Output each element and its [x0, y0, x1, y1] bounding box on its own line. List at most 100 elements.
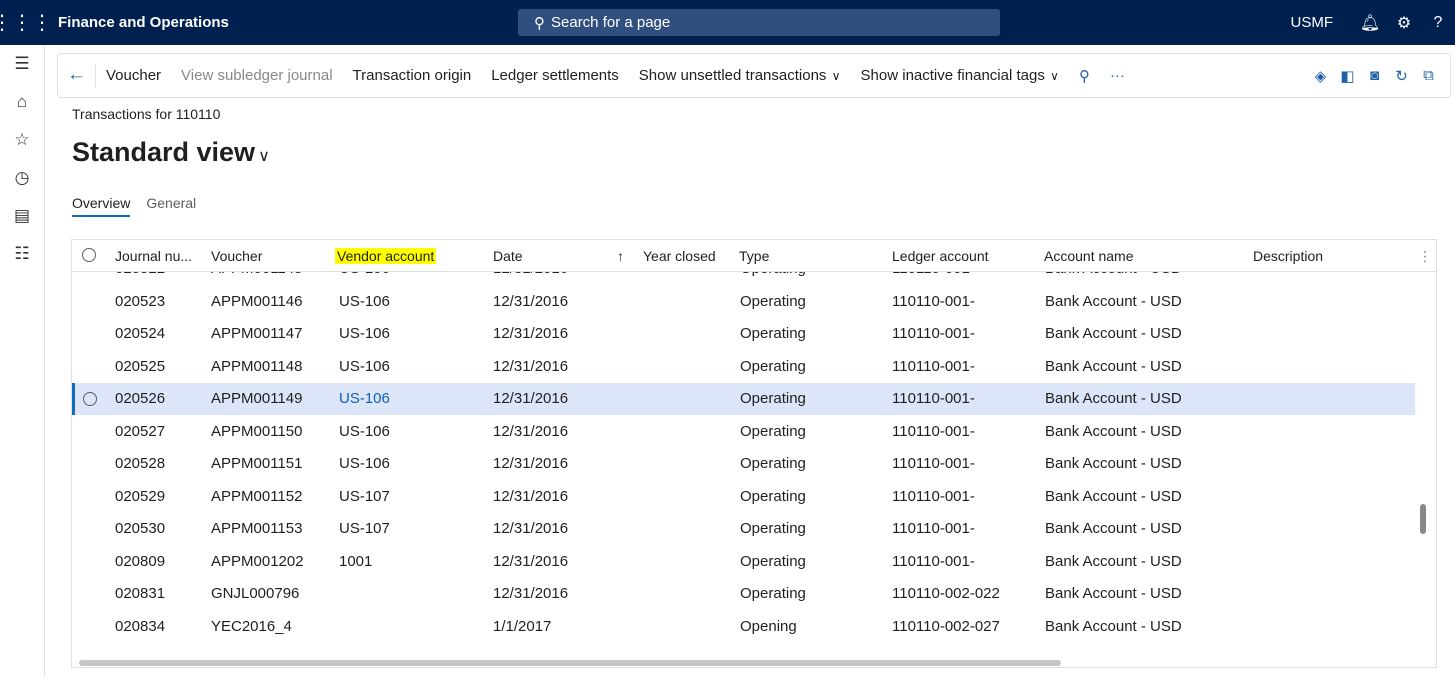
cell-voucher[interactable]: APPM001146 — [211, 293, 302, 310]
table-row[interactable]: 020524 APPM001147 US-106 12/31/2016 Operatin… — [72, 318, 1415, 350]
back-arrow-icon[interactable]: ← — [58, 63, 96, 88]
workspace-icon[interactable]: ▤ — [0, 197, 44, 235]
table-row[interactable]: 020530 APPM001153 US-107 12/31/2016 Operatin… — [72, 513, 1415, 545]
column-header-description[interactable]: Description — [1253, 248, 1323, 264]
cell-voucher[interactable]: YEC2016_4 — [211, 618, 292, 635]
more-options-icon[interactable]: ··· — [1100, 67, 1135, 84]
table-row[interactable]: 020809 APPM001202 1001 12/31/2016 Operating 1… — [72, 546, 1415, 578]
cell-voucher[interactable]: APPM001152 — [211, 488, 302, 505]
cell-journal: 020524 — [115, 325, 166, 342]
column-options-icon[interactable]: ⋮ — [1418, 248, 1432, 265]
tab-general[interactable]: General — [146, 195, 196, 217]
cell-vendor-account[interactable]: US-106 — [339, 358, 390, 375]
cell-type: Operating — [740, 422, 806, 440]
cell-date: 12/31/2016 — [493, 390, 569, 407]
cell-voucher[interactable]: APPM001150 — [211, 423, 302, 440]
table-row-selected[interactable]: 020526 APPM001149 US-106 12/31/2016 Operatin… — [72, 383, 1415, 415]
cell-voucher[interactable]: APPM001148 — [211, 358, 302, 375]
action-pane: ← Voucher View subledger journal Transac… — [57, 53, 1451, 98]
clock-icon[interactable]: ◷ — [0, 159, 44, 197]
cell-vendor-account[interactable]: US-106 — [339, 423, 390, 440]
gear-icon[interactable]: ⚙ — [1387, 13, 1421, 33]
cell-date: 12/31/2016 — [493, 325, 569, 342]
voucher-button[interactable]: Voucher — [96, 67, 171, 84]
row-select-radio[interactable] — [83, 392, 97, 406]
tab-overview[interactable]: Overview — [72, 195, 131, 217]
view-subledger-button[interactable]: View subledger journal — [171, 67, 343, 84]
cell-voucher[interactable]: APPM001149 — [211, 390, 302, 407]
cell-vendor-account[interactable]: US-106 — [339, 390, 390, 407]
cell-voucher[interactable]: APPM001202 — [211, 553, 304, 570]
app-title[interactable]: Finance and Operations — [58, 14, 229, 31]
cell-account-name: Bank Account - USD — [1045, 585, 1182, 602]
grid-header: Journal nu... Voucher Vendor account Dat… — [72, 240, 1436, 272]
star-icon[interactable]: ☆ — [0, 121, 44, 159]
cell-type: Operating — [740, 487, 806, 505]
transaction-origin-button[interactable]: Transaction origin — [343, 67, 482, 84]
table-row[interactable]: 020523 APPM001146 US-106 12/31/2016 Operatin… — [72, 286, 1415, 318]
column-header-type[interactable]: Type — [739, 248, 769, 264]
cell-account-name: Bank Account - USD — [1045, 422, 1182, 440]
bell-icon[interactable]: 🔔︎ — [1353, 13, 1387, 33]
cell-vendor-account[interactable]: US-107 — [339, 488, 390, 505]
cell-voucher[interactable]: APPM001147 — [211, 325, 302, 342]
table-row[interactable]: 020525 APPM001148 US-106 12/31/2016 Operatin… — [72, 351, 1415, 383]
column-header-year-closed[interactable]: Year closed — [643, 248, 716, 264]
cell-voucher[interactable]: GNJL000796 — [211, 585, 299, 602]
cell-date: 12/31/2016 — [493, 357, 569, 375]
column-header-vendor-account[interactable]: Vendor account — [335, 248, 437, 264]
cell-vendor-account[interactable]: US-106 — [339, 293, 390, 310]
office-icon[interactable]: ◧ — [1334, 67, 1361, 85]
table-row[interactable]: 020831 GNJL000796 12/31/2016 Operating 11011… — [72, 578, 1415, 610]
column-header-ledger-account[interactable]: Ledger account — [892, 248, 989, 264]
modules-icon[interactable]: ☷ — [0, 235, 44, 273]
power-apps-icon[interactable]: ◈ — [1307, 67, 1334, 85]
horizontal-scrollbar[interactable] — [79, 660, 1061, 666]
attachments-icon[interactable]: ◙ — [1361, 67, 1388, 84]
select-all-radio[interactable] — [82, 248, 96, 262]
cell-account-name: Bank Account - USD — [1045, 292, 1182, 310]
column-header-journal[interactable]: Journal nu... — [115, 248, 192, 264]
cell-journal: 020523 — [115, 292, 166, 310]
table-row[interactable]: 020527 APPM001150 US-106 12/31/2016 Operatin… — [72, 416, 1415, 448]
cell-ledger-account: 110110-001- — [892, 357, 975, 375]
search-icon: ⚲ — [534, 14, 545, 32]
open-new-window-icon[interactable]: ⧉ — [1415, 67, 1442, 84]
cell-vendor-account[interactable]: US-106 — [339, 455, 390, 472]
column-header-account-name[interactable]: Account name — [1044, 248, 1134, 264]
cell-vendor-account[interactable]: US-107 — [339, 520, 390, 537]
table-row[interactable]: 020528 APPM001151 US-106 12/31/2016 Operatin… — [72, 448, 1415, 480]
vertical-scrollbar[interactable] — [1420, 504, 1426, 534]
cell-ledger-account: 110110-001- — [892, 552, 975, 570]
tab-strip: Overview General — [72, 195, 212, 217]
company-picker[interactable]: USMF — [1291, 14, 1334, 31]
cell-voucher[interactable]: APPM001153 — [211, 520, 302, 537]
show-inactive-tags-label: Show inactive financial tags — [860, 67, 1045, 84]
show-unsettled-label: Show unsettled transactions — [638, 67, 827, 84]
column-header-voucher[interactable]: Voucher — [211, 248, 262, 264]
cell-vendor-account[interactable]: 1001 — [339, 553, 372, 570]
show-unsettled-button[interactable]: Show unsettled transactions ∨ — [629, 67, 851, 84]
table-row[interactable]: 020834 YEC2016_4 1/1/2017 Opening 110110-002… — [72, 611, 1415, 643]
search-icon[interactable]: ⚲ — [1069, 67, 1100, 85]
chevron-down-icon: ∨ — [258, 148, 270, 165]
show-inactive-tags-button[interactable]: Show inactive financial tags ∨ — [851, 67, 1069, 84]
home-icon[interactable]: ⌂ — [0, 83, 44, 121]
view-selector[interactable]: Standard view ∨ — [72, 137, 270, 168]
cell-voucher[interactable]: APPM001151 — [211, 455, 302, 472]
cell-date: 12/31/2016 — [493, 487, 569, 505]
ledger-settlements-button[interactable]: Ledger settlements — [481, 67, 629, 84]
column-header-date[interactable]: Date — [493, 248, 523, 264]
hamburger-icon[interactable]: ☰ — [0, 45, 44, 83]
cell-journal: 020834 — [115, 617, 166, 635]
app-launcher-icon[interactable]: ⋮⋮⋮ — [0, 0, 52, 45]
action-pane-right-icons: ◈ ◧ ◙ ↻ ⧉ — [1307, 54, 1442, 97]
cell-type: Operating — [740, 325, 806, 342]
cell-vendor-account[interactable]: US-106 — [339, 325, 390, 342]
help-icon[interactable]: ? — [1421, 14, 1455, 32]
search-placeholder: Search for a page — [551, 14, 671, 31]
table-row[interactable]: 020529 APPM001152 US-107 12/31/2016 Operatin… — [72, 481, 1415, 513]
refresh-icon[interactable]: ↻ — [1388, 67, 1415, 85]
cell-account-name: Bank Account - USD — [1045, 357, 1182, 375]
search-input[interactable]: ⚲ Search for a page — [518, 9, 1000, 36]
